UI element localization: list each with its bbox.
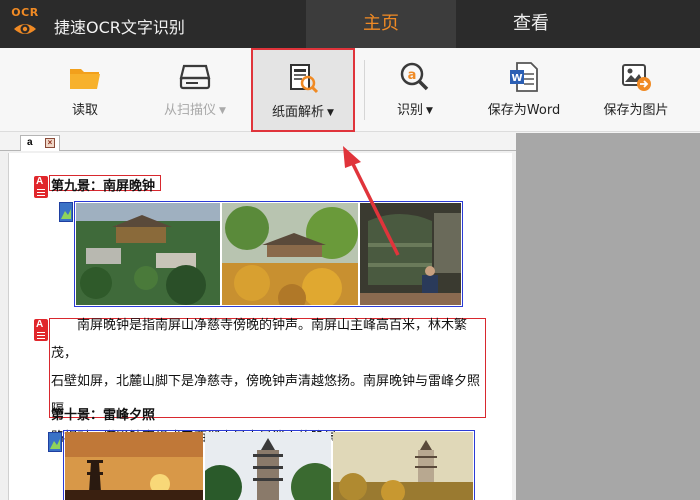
tab-view[interactable]: 查看 (456, 0, 606, 48)
recognize-dropdown-arrow: ▼ (426, 106, 433, 116)
green-pagoda-photo (205, 432, 331, 500)
recognize-icon: a (400, 62, 429, 91)
open-button[interactable]: 读取 (50, 48, 120, 132)
heading-leifeng: 第十景：雷峰夕照 (51, 407, 156, 422)
page-analysis-button[interactable]: 纸面解析 ▼ (251, 48, 355, 132)
evening-pagoda-photo (333, 432, 473, 500)
save-word-button[interactable]: W 保存为Word (478, 48, 570, 132)
bell-photo (360, 203, 461, 305)
title-bar: OCR 捷速OCR文字识别 主页 查看 (0, 0, 700, 48)
empty-side-panel (516, 133, 700, 500)
document-tab[interactable]: a × (20, 135, 60, 151)
scanner-label: 从扫描仪 ▼ (164, 103, 226, 118)
scanner-dropdown-arrow: ▼ (219, 106, 226, 116)
word-doc-icon: W (510, 62, 538, 92)
save-image-button[interactable]: 保存为图片 (594, 48, 678, 132)
svg-text:a: a (408, 68, 417, 83)
recognize-label: 识别 ▼ (397, 103, 433, 118)
paragraph-line: 南屏晚钟是指南屏山净慈寺傍晚的钟声。南屏山主峰高百米，林木繁茂， (51, 317, 468, 360)
tab-home[interactable]: 主页 (306, 0, 456, 48)
save-image-icon (622, 64, 651, 91)
text-region-icon[interactable]: A (34, 319, 48, 341)
app-title: 捷速OCR文字识别 (54, 18, 185, 37)
text-region-icon[interactable]: A (34, 176, 48, 198)
image-region-icon[interactable] (48, 432, 62, 452)
heading-south-screen: 第九景：南屏晚钟 (51, 178, 156, 193)
app-logo: OCR (8, 6, 42, 42)
close-tab-icon[interactable]: × (45, 138, 55, 148)
logo-text: OCR (11, 6, 39, 19)
document-tabstrip: a × (0, 133, 516, 151)
page-analysis-dropdown-arrow: ▼ (327, 108, 334, 118)
toolbar-separator (364, 60, 365, 120)
svg-text:W: W (511, 73, 522, 84)
document-page[interactable]: A 第九景：南屏晚钟 A 南屏晚钟是指南屏山净慈寺傍晚的钟声。南屏山主峰高百米，… (8, 153, 512, 500)
temple-photo (76, 203, 220, 305)
document-area: a × A 第九景：南屏晚钟 A 南屏晚钟是指南屏山净慈寺傍晚的钟声。南屏山主峰… (0, 133, 700, 500)
open-label: 读取 (71, 103, 98, 118)
autumn-hill-photo (222, 203, 358, 305)
eye-icon (14, 24, 36, 34)
recognize-button[interactable]: a 识别 ▼ (380, 48, 450, 132)
scanner-icon (179, 64, 211, 90)
page-analysis-icon (290, 64, 319, 94)
document-tab-label: a (27, 137, 33, 148)
page-analysis-label: 纸面解析 ▼ (272, 105, 334, 120)
save-word-label: 保存为Word (487, 103, 561, 118)
save-image-label: 保存为图片 (603, 103, 669, 118)
sunset-pagoda-photo (65, 432, 203, 500)
folder-icon (70, 69, 100, 89)
image-region-icon[interactable] (59, 202, 73, 222)
scanner-button[interactable]: 从扫描仪 ▼ (150, 48, 240, 132)
ribbon-toolbar: 读取 从扫描仪 ▼ 纸面解析 ▼ a 识别 ▼ W 保存为Word 保存为图片 (0, 48, 700, 132)
